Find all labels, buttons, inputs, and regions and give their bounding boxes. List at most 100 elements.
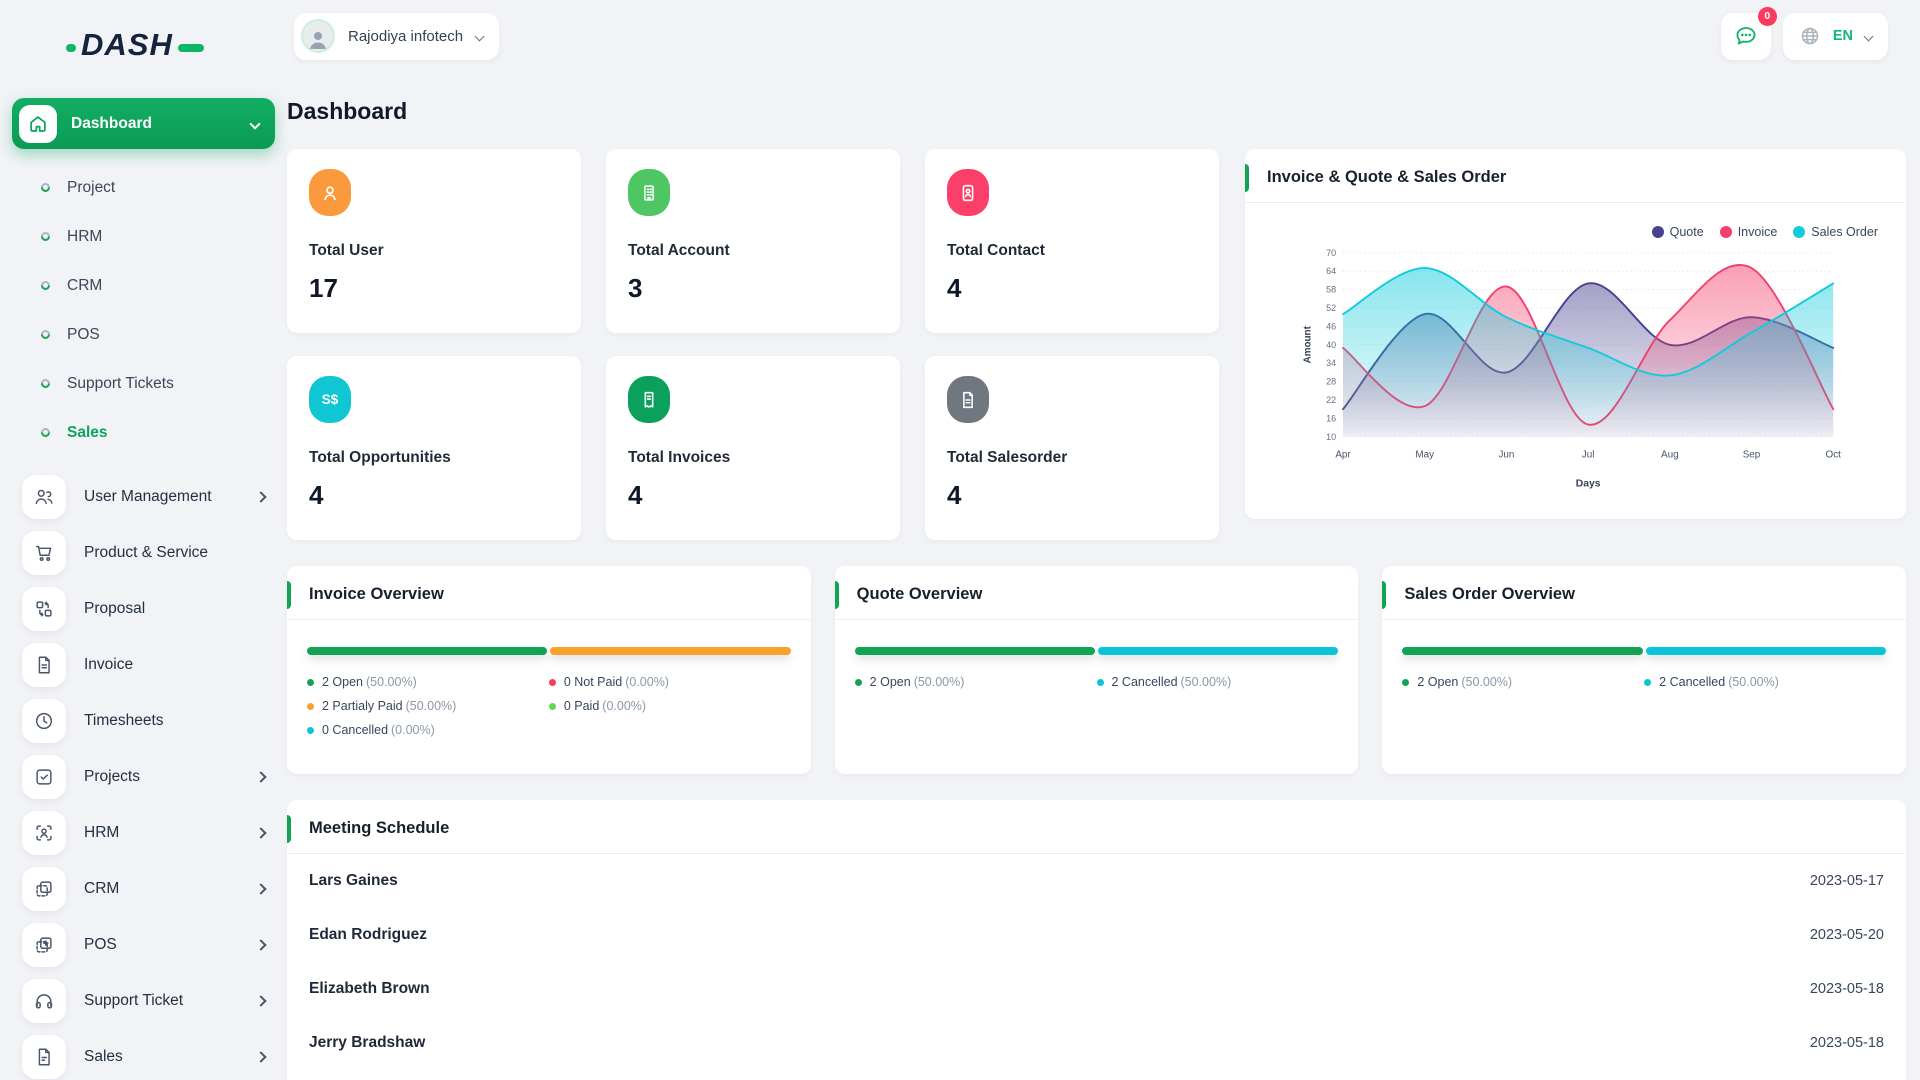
meeting-name: Edan Rodriguez bbox=[309, 926, 427, 944]
meeting-row[interactable]: Edan Rodriguez 2023-05-20 bbox=[287, 908, 1906, 962]
stat-card-total-account: Total Account 3 bbox=[606, 149, 900, 333]
sidebar-item-user-management[interactable]: User Management bbox=[0, 469, 287, 525]
progress-segment bbox=[1646, 647, 1886, 655]
stat-value: 4 bbox=[628, 480, 878, 511]
sidebar-subitem-project[interactable]: Project bbox=[0, 163, 287, 212]
company-selector[interactable]: Rajodiya infotech bbox=[294, 13, 499, 60]
legend-item: 2 Open(50.00%) bbox=[307, 675, 549, 689]
logo-text: DASH bbox=[81, 27, 173, 63]
meeting-name: Elizabeth Brown bbox=[309, 980, 430, 998]
bullet-icon bbox=[39, 328, 52, 341]
chart-legend-item[interactable]: Quote bbox=[1652, 225, 1704, 239]
meeting-schedule-card: Meeting Schedule Lars Gaines 2023-05-17 … bbox=[287, 800, 1906, 1080]
messages-button[interactable]: 0 bbox=[1721, 13, 1771, 60]
sidebar-item-crm[interactable]: CRM bbox=[0, 861, 287, 917]
quote-progress-bar bbox=[855, 647, 1339, 655]
legend-item: 2 Open(50.00%) bbox=[1402, 675, 1644, 689]
svg-text:64: 64 bbox=[1326, 266, 1336, 276]
legend-dot-icon bbox=[1097, 679, 1104, 686]
sidebar-item-hrm[interactable]: HRM bbox=[0, 805, 287, 861]
stat-value: 4 bbox=[947, 273, 1197, 304]
messages-badge: 0 bbox=[1758, 7, 1777, 26]
sidebar-item-projects[interactable]: Projects bbox=[0, 749, 287, 805]
legend-pct: (50.00%) bbox=[366, 675, 417, 689]
meeting-date: 2023-05-18 bbox=[1810, 981, 1884, 997]
chart-legend-item[interactable]: Invoice bbox=[1720, 225, 1778, 239]
sales-order-legend: 2 Open(50.00%) 2 Cancelled(50.00%) bbox=[1382, 675, 1906, 689]
progress-segment bbox=[550, 647, 790, 655]
chevron-right-icon bbox=[255, 771, 266, 782]
sidebar-item-proposal[interactable]: Proposal bbox=[0, 581, 287, 637]
cart-icon bbox=[22, 531, 66, 575]
sales-dollar-glyph: S$ bbox=[322, 392, 339, 407]
chevron-right-icon bbox=[255, 827, 266, 838]
chevron-down-icon bbox=[1864, 31, 1874, 41]
legend-label: 0 Not Paid bbox=[564, 675, 622, 689]
legend-label: 2 Partialy Paid bbox=[322, 699, 403, 713]
users-icon bbox=[22, 475, 66, 519]
chevron-right-icon bbox=[255, 995, 266, 1006]
bullet-icon bbox=[39, 279, 52, 292]
legend-item: 2 Cancelled(50.00%) bbox=[1644, 675, 1886, 689]
legend-label: 2 Cancelled bbox=[1659, 675, 1725, 689]
brand-logo[interactable]: DASH bbox=[0, 24, 287, 66]
stat-value: 17 bbox=[309, 273, 559, 304]
meeting-row[interactable]: Jerry Bradshaw 2023-05-18 bbox=[287, 1016, 1906, 1070]
svg-text:Aug: Aug bbox=[1661, 449, 1679, 460]
language-selector[interactable]: EN bbox=[1783, 13, 1888, 60]
sidebar-item-product-service[interactable]: Product & Service bbox=[0, 525, 287, 581]
legend-pct: (0.00%) bbox=[625, 675, 669, 689]
stat-value: 4 bbox=[947, 480, 1197, 511]
sidebar-item-pos[interactable]: POS bbox=[0, 917, 287, 973]
meeting-row[interactable]: Lars Gaines 2023-05-17 bbox=[287, 854, 1906, 908]
sidebar-subitem-support-tickets[interactable]: Support Tickets bbox=[0, 359, 287, 408]
sidebar-item-support-ticket[interactable]: Support Ticket bbox=[0, 973, 287, 1029]
card-header: Quote Overview bbox=[835, 566, 1359, 620]
overlap-squares-icon bbox=[22, 867, 66, 911]
invoice-legend: 2 Open(50.00%) 0 Not Paid(0.00%) 2 Parti… bbox=[287, 675, 811, 737]
progress-segment bbox=[1098, 647, 1338, 655]
sidebar-item-timesheets[interactable]: Timesheets bbox=[0, 693, 287, 749]
legend-dot-icon bbox=[549, 703, 556, 710]
sidebar-subitem-pos[interactable]: POS bbox=[0, 310, 287, 359]
meeting-date: 2023-05-18 bbox=[1810, 1035, 1884, 1051]
check-square-icon bbox=[22, 755, 66, 799]
svg-text:Sep: Sep bbox=[1743, 449, 1761, 460]
meeting-row[interactable]: Elizabeth Brown 2023-05-18 bbox=[287, 962, 1906, 1016]
chevron-right-icon bbox=[255, 1051, 266, 1062]
sidebar-subitem-hrm[interactable]: HRM bbox=[0, 212, 287, 261]
legend-dot-icon bbox=[549, 679, 556, 686]
contact-card-icon bbox=[947, 169, 989, 216]
legend-item: 2 Cancelled(50.00%) bbox=[1097, 675, 1339, 689]
card-title: Sales Order Overview bbox=[1404, 585, 1575, 603]
page-title: Dashboard bbox=[287, 98, 1906, 125]
chart-svg: 1016222834404652586470AprMayJunJulAugSep… bbox=[1251, 239, 1896, 497]
chart-legend-item[interactable]: Sales Order bbox=[1793, 225, 1878, 239]
bullet-icon bbox=[39, 377, 52, 390]
sidebar-item-dashboard[interactable]: Dashboard bbox=[12, 98, 275, 149]
legend-pct: (0.00%) bbox=[391, 723, 435, 737]
legend-dot-icon bbox=[1644, 679, 1651, 686]
sidebar-item-label: User Management bbox=[84, 488, 257, 506]
building-icon bbox=[628, 169, 670, 216]
legend-dot-icon bbox=[1652, 226, 1664, 238]
svg-text:22: 22 bbox=[1326, 395, 1336, 405]
sidebar-subitem-sales[interactable]: Sales bbox=[0, 408, 287, 457]
sidebar-item-label: POS bbox=[84, 936, 257, 954]
sidebar-subitem-crm[interactable]: CRM bbox=[0, 261, 287, 310]
chevron-down-icon bbox=[249, 118, 260, 129]
stat-cards: Total User 17 Total Account 3 bbox=[287, 149, 1219, 540]
meeting-date: 2023-05-20 bbox=[1810, 927, 1884, 943]
stat-card-total-user: Total User 17 bbox=[287, 149, 581, 333]
sidebar-main-list: User Management Product & Service bbox=[0, 469, 287, 1080]
overview-row: Invoice Overview 2 Open(50.00%) 0 Not Pa… bbox=[287, 566, 1906, 774]
sidebar-item-invoice[interactable]: Invoice bbox=[0, 637, 287, 693]
stat-card-total-contact: Total Contact 4 bbox=[925, 149, 1219, 333]
sidebar-item-label: Product & Service bbox=[84, 544, 265, 562]
subitem-label: HRM bbox=[67, 228, 102, 246]
legend-label: 2 Open bbox=[1417, 675, 1458, 689]
sidebar-item-sales[interactable]: Sales bbox=[0, 1029, 287, 1080]
chevron-right-icon bbox=[255, 883, 266, 894]
stat-card-total-opportunities: S$ Total Opportunities 4 bbox=[287, 356, 581, 540]
chat-bubble-icon bbox=[1733, 23, 1759, 49]
